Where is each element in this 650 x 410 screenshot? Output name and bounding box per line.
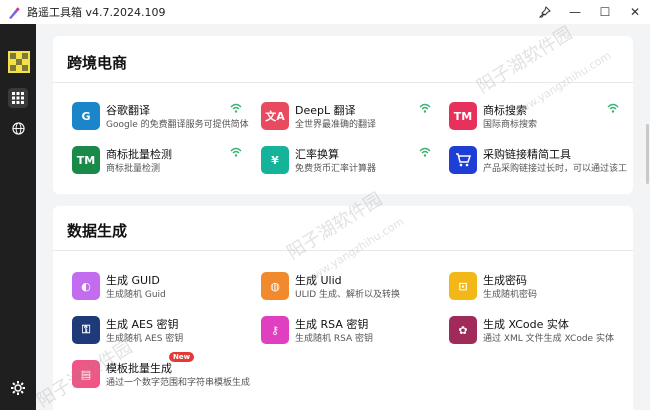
wifi-icon (607, 103, 619, 113)
tool-trademark-batch-check[interactable]: TM 商标批量检测 商标批量检测 (72, 144, 260, 178)
main-content[interactable]: 跨境电商 G 谷歌翻译 Google 的免费翻译服务可提供简体 文A DeepL… (36, 24, 650, 410)
tool-desc: 产品采购链接过长时，可以通过该工 (483, 164, 628, 174)
pin-icon (539, 6, 551, 18)
tool-name: 汇率换算 (295, 148, 339, 161)
translate-icon: G (72, 102, 100, 130)
section-title: 跨境电商 (67, 54, 128, 72)
tool-name: 生成密码 (483, 274, 527, 287)
tool-name: 谷歌翻译 (106, 104, 150, 117)
settings-button[interactable] (10, 380, 26, 396)
tool-deepl-translate[interactable]: 文A DeepL 翻译 全世界最准确的翻译 (261, 100, 449, 134)
title-bar: 路遥工具箱 v4.7.2024.109 — ☐ ✕ (0, 0, 650, 24)
grid-icon (12, 92, 24, 104)
tool-name: 商标批量检测 (106, 148, 172, 161)
xcode-icon: ✿ (449, 316, 477, 344)
section-cross-border-ecommerce: 跨境电商 G 谷歌翻译 Google 的免费翻译服务可提供简体 文A DeepL… (53, 36, 633, 194)
deepl-icon: 文A (261, 102, 289, 130)
tool-name: 生成 GUID (106, 274, 160, 287)
tool-desc: 通过一个数字范围和字符串模板生成 (106, 378, 251, 388)
tool-generate-guid[interactable]: ◐ 生成 GUID 生成随机 Guid (72, 270, 260, 304)
sidebar-item-web[interactable] (8, 118, 28, 138)
globe-icon (11, 121, 25, 135)
tool-name: 生成 Ulid (295, 274, 342, 287)
trademark-icon: TM (449, 102, 477, 130)
wifi-icon (230, 147, 242, 157)
wifi-icon (419, 147, 431, 157)
scrollbar-thumb[interactable] (646, 124, 649, 184)
maximize-button[interactable]: ☐ (590, 0, 620, 24)
tool-currency-exchange[interactable]: ¥ 汇率换算 免费货币汇率计算器 (261, 144, 449, 178)
tool-desc: 商标批量检测 (106, 164, 161, 174)
trademark-icon: TM (72, 146, 100, 174)
key-icon: ⚷ (261, 316, 289, 344)
tool-desc: 国际商标搜索 (483, 120, 538, 130)
new-badge: New (169, 352, 195, 362)
section-divider (53, 82, 633, 83)
wifi-icon (230, 103, 242, 113)
tool-generate-xcode-entity[interactable]: ✿ 生成 XCode 实体 通过 XML 文件生成 XCode 实体 (449, 314, 637, 348)
section-divider (53, 250, 633, 251)
tool-name: 生成 XCode 实体 (483, 318, 569, 331)
tool-name: 生成 RSA 密钥 (295, 318, 369, 331)
tool-desc: 通过 XML 文件生成 XCode 实体 (483, 334, 614, 344)
tool-desc: 生成随机 AES 密钥 (106, 334, 184, 344)
key-icon: ⚿ (72, 316, 100, 344)
close-icon: ✕ (629, 5, 641, 19)
sidebar-item-tools[interactable] (8, 88, 28, 108)
tool-desc: 全世界最准确的翻译 (295, 120, 377, 130)
sidebar (0, 24, 36, 410)
tool-google-translate[interactable]: G 谷歌翻译 Google 的免费翻译服务可提供简体 (72, 100, 260, 134)
tool-desc: 生成随机密码 (483, 290, 538, 300)
password-icon: ⊡ (449, 272, 477, 300)
tool-trademark-search[interactable]: TM 商标搜索 国际商标搜索 (449, 100, 637, 134)
ulid-icon: ◍ (261, 272, 289, 300)
maximize-icon: ☐ (599, 5, 611, 19)
tool-generate-rsa-key[interactable]: ⚷ 生成 RSA 密钥 生成随机 RSA 密钥 (261, 314, 449, 348)
minimize-icon: — (569, 5, 581, 19)
tool-purchase-link-shortener[interactable]: 采购链接精简工具 产品采购链接过长时，可以通过该工 (449, 144, 637, 178)
minimize-button[interactable]: — (560, 0, 590, 24)
pin-button[interactable] (530, 0, 560, 24)
section-data-generation: 数据生成 ◐ 生成 GUID 生成随机 Guid ◍ 生成 Ulid ULID … (53, 206, 633, 410)
logo-icon (8, 51, 30, 73)
tool-name: DeepL 翻译 (295, 104, 356, 117)
tool-name: 采购链接精简工具 (483, 148, 571, 161)
tool-generate-ulid[interactable]: ◍ 生成 Ulid ULID 生成、解析以及转换 (261, 270, 449, 304)
tool-generate-password[interactable]: ⊡ 生成密码 生成随机密码 (449, 270, 637, 304)
tool-desc: 免费货币汇率计算器 (295, 164, 377, 174)
tool-desc: 生成随机 RSA 密钥 (295, 334, 374, 344)
cart-icon (449, 146, 477, 174)
tool-desc: Google 的免费翻译服务可提供简体 (106, 120, 249, 130)
tool-name: 商标搜索 (483, 104, 527, 117)
tool-desc: ULID 生成、解析以及转换 (295, 290, 401, 300)
tool-generate-aes-key[interactable]: ⚿ 生成 AES 密钥 生成随机 AES 密钥 (72, 314, 260, 348)
gear-icon (11, 381, 25, 395)
window-title: 路遥工具箱 v4.7.2024.109 (27, 6, 166, 19)
tool-template-batch-generate[interactable]: ▤ 模板批量生成 通过一个数字范围和字符串模板生成 New (72, 352, 260, 392)
template-icon: ▤ (72, 360, 100, 388)
app-logo-icon (7, 5, 21, 19)
tool-desc: 生成随机 Guid (106, 290, 166, 300)
yen-icon: ¥ (261, 146, 289, 174)
tool-name: 模板批量生成 (106, 362, 172, 375)
close-button[interactable]: ✕ (620, 0, 650, 24)
tool-name: 生成 AES 密钥 (106, 318, 179, 331)
wifi-icon (419, 103, 431, 113)
section-title: 数据生成 (67, 222, 128, 240)
guid-icon: ◐ (72, 272, 100, 300)
